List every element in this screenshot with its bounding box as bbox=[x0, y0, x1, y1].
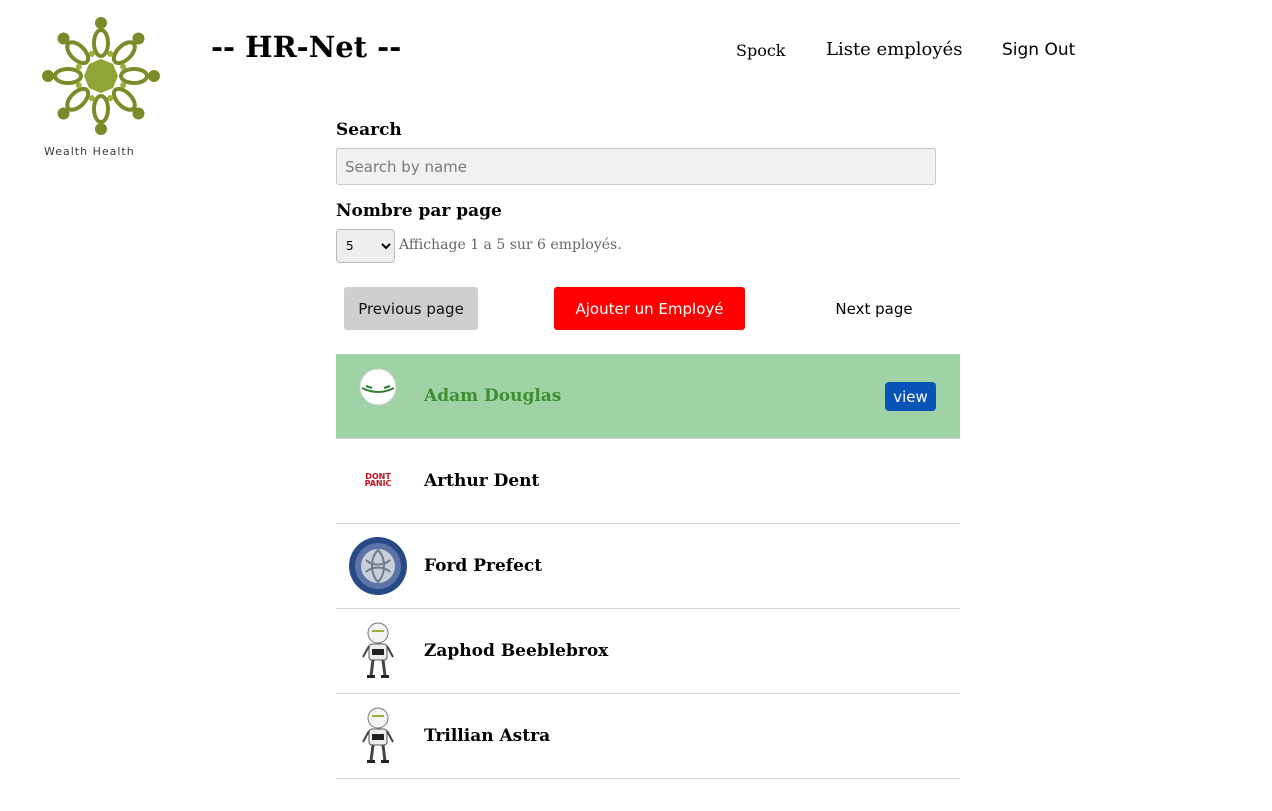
employee-row[interactable]: Adam Douglas view bbox=[336, 354, 960, 439]
employee-name: Ford Prefect bbox=[424, 556, 543, 576]
employee-row[interactable]: DONT PANIC Arthur Dent bbox=[336, 439, 960, 524]
employee-name: Arthur Dent bbox=[424, 471, 540, 491]
view-employee-button[interactable]: view bbox=[885, 382, 936, 411]
nav-sign-out-link[interactable]: Sign Out bbox=[1002, 40, 1075, 60]
per-page-select[interactable]: 5 bbox=[336, 229, 395, 263]
employee-name: Trillian Astra bbox=[424, 726, 551, 746]
robot-figure-icon bbox=[348, 706, 408, 766]
employee-name: Adam Douglas bbox=[424, 386, 562, 406]
svg-text:PANIC: PANIC bbox=[365, 479, 392, 488]
wealth-health-logo bbox=[38, 14, 164, 160]
previous-page-button[interactable]: Previous page bbox=[344, 287, 478, 330]
search-label: Search bbox=[336, 120, 402, 140]
employee-row[interactable]: Zaphod Beeblebrox bbox=[336, 609, 960, 694]
employee-row[interactable]: Ford Prefect bbox=[336, 524, 960, 609]
next-page-button[interactable]: Next page bbox=[816, 287, 932, 330]
per-page-label: Nombre par page bbox=[336, 201, 502, 221]
nav-user-link[interactable]: Spock bbox=[736, 41, 786, 60]
showing-count-text: Affichage 1 a 5 sur 6 employés. bbox=[399, 237, 622, 253]
search-input[interactable] bbox=[336, 148, 936, 185]
dont-panic-icon: DONT PANIC bbox=[348, 451, 408, 511]
app-title: -- HR-Net -- bbox=[211, 30, 402, 64]
logo-text: Wealth Health bbox=[44, 145, 135, 158]
marvin-face-icon bbox=[348, 366, 408, 426]
employee-list: Adam Douglas view DONT PANIC Arthur Dent… bbox=[336, 354, 960, 779]
employee-name: Zaphod Beeblebrox bbox=[424, 641, 609, 661]
employee-row[interactable]: Trillian Astra bbox=[336, 694, 960, 779]
robot-figure-icon bbox=[348, 621, 408, 681]
add-employee-button[interactable]: Ajouter un Employé bbox=[554, 287, 745, 330]
nav-employee-list-link[interactable]: Liste employés bbox=[826, 39, 962, 60]
galaxy-emblem-icon bbox=[348, 536, 408, 596]
logo-mandala-icon bbox=[42, 17, 160, 135]
